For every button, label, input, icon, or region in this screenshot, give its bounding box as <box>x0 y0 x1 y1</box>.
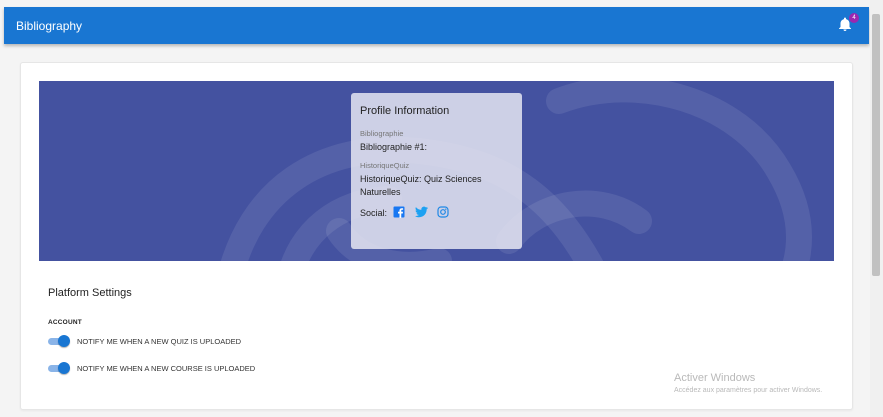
quiz-history-label: HistoriqueQuiz <box>360 161 410 170</box>
platform-settings-title: Platform Settings <box>48 287 132 299</box>
quiz-notification-setting: NOTIFY ME WHEN A NEW QUIZ IS UPLOADED <box>48 335 241 347</box>
account-section-label: ACCOUNT <box>48 319 82 326</box>
notification-badge: 4 <box>849 13 859 23</box>
watermark-subtitle: Accédez aux paramètres pour activer Wind… <box>674 387 823 394</box>
notifications-button[interactable]: 4 <box>839 13 859 33</box>
course-notification-toggle[interactable] <box>48 362 70 374</box>
watermark-title: Activer Windows <box>674 372 756 384</box>
scrollbar-thumb[interactable] <box>872 14 880 276</box>
social-row: Social: <box>360 206 513 220</box>
quiz-history-value: HistoriqueQuiz: Quiz Sciences Naturelles <box>360 174 482 197</box>
app-title: Bibliography <box>16 18 83 33</box>
bibliography-value: Bibliographie #1: <box>360 142 428 152</box>
course-notification-setting: NOTIFY ME WHEN A NEW COURSE IS UPLOADED <box>48 362 255 374</box>
quiz-notification-label: NOTIFY ME WHEN A NEW QUIZ IS UPLOADED <box>77 336 242 346</box>
twitter-icon[interactable] <box>415 206 429 220</box>
windows-activation-watermark: Activer Windows Accédez aux paramètres p… <box>674 372 822 394</box>
quiz-notification-toggle[interactable] <box>48 335 70 347</box>
facebook-icon[interactable] <box>393 206 407 220</box>
social-label: Social: <box>360 208 388 218</box>
instagram-icon[interactable] <box>437 206 451 220</box>
bibliography-label: Bibliographie <box>360 129 404 138</box>
app-bar: Bibliography 4 <box>4 7 869 44</box>
profile-info-panel: Profile Information Bibliographie Biblio… <box>351 93 522 249</box>
profile-title: Profile Information <box>360 105 450 117</box>
course-notification-label: NOTIFY ME WHEN A NEW COURSE IS UPLOADED <box>77 363 256 373</box>
